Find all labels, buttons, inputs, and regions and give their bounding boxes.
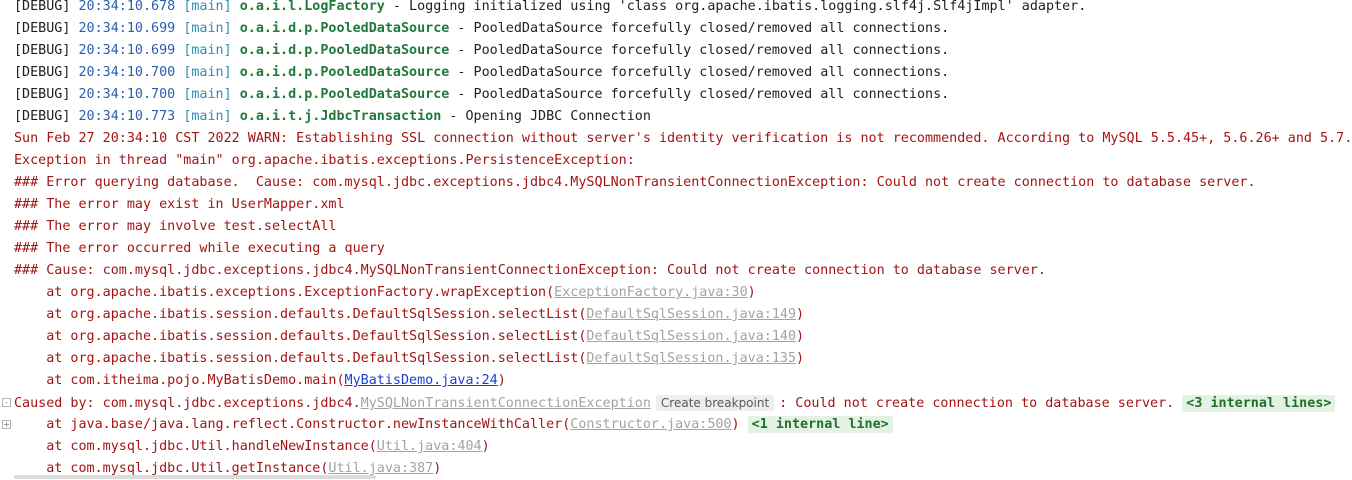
log-thread: [main] [183, 21, 232, 36]
stack-frame-line: at org.apache.ibatis.exceptions.Exceptio… [0, 282, 1352, 304]
log-thread: [main] [183, 43, 232, 58]
stack-frame-line: at org.apache.ibatis.session.defaults.De… [0, 348, 1352, 370]
log-logger: o.a.i.d.p.PooledDataSource [239, 21, 450, 36]
stack-frame-text: at org.apache.ibatis.session.defaults.De… [14, 329, 587, 344]
stack-frame-suffix: ) [796, 307, 805, 322]
source-link[interactable]: Constructor.java:500 [570, 417, 731, 432]
log-timestamp: 20:34:10.700 [78, 87, 176, 102]
stack-frame-text: at org.apache.ibatis.session.defaults.De… [14, 307, 587, 322]
error-detail-line: ### The error occurred while executing a… [14, 241, 385, 256]
log-timestamp: 20:34:10.700 [78, 65, 176, 80]
log-level: [DEBUG] [14, 109, 71, 124]
log-timestamp: 20:34:10.699 [78, 43, 176, 58]
log-level: [DEBUG] [14, 21, 71, 36]
horizontal-scrollbar[interactable] [14, 475, 376, 479]
log-message: - PooledDataSource forcefully closed/rem… [449, 43, 950, 58]
error-detail-line: ### Cause: com.mysql.jdbc.exceptions.jdb… [14, 263, 1046, 278]
error-detail-line: ### Error querying database. Cause: com.… [14, 175, 1256, 190]
log-logger: o.a.i.d.p.PooledDataSource [239, 65, 450, 80]
log-message: - Logging initialized using 'class org.a… [384, 0, 1087, 14]
source-link[interactable]: Util.java:404 [377, 439, 482, 454]
stack-frame-text: at org.apache.ibatis.session.defaults.De… [14, 351, 587, 366]
source-link[interactable]: ExceptionFactory.java:30 [554, 285, 747, 300]
source-link[interactable]: DefaultSqlSession.java:135 [586, 351, 796, 366]
stack-frame-suffix: ) [731, 417, 748, 432]
debug-log-line: [DEBUG] 20:34:10.699 [main] o.a.i.d.p.Po… [0, 18, 1352, 40]
stack-frame-line: at org.apache.ibatis.session.defaults.De… [0, 326, 1352, 348]
stack-frame-text: at com.mysql.jdbc.Util.handleNewInstance… [14, 439, 377, 454]
source-link-main[interactable]: MyBatisDemo.java:24 [345, 373, 498, 388]
caused-by-prefix: Caused by: com.mysql.jdbc.exceptions.jdb… [14, 396, 361, 411]
stack-frame-text: at com.mysql.jdbc.Util.getInstance( [14, 461, 329, 476]
log-message: - PooledDataSource forcefully closed/rem… [449, 87, 950, 102]
log-logger: o.a.i.d.p.PooledDataSource [239, 43, 450, 58]
stack-frame-text: at java.base/java.lang.reflect.Construct… [14, 417, 571, 432]
stack-frame-suffix: ) [796, 351, 805, 366]
stack-frame-suffix: ) [481, 439, 490, 454]
fold-toggle-icon[interactable]: + [2, 420, 11, 429]
stack-frame-line: at org.apache.ibatis.session.defaults.De… [0, 304, 1352, 326]
stack-frame-text: at com.itheima.pojo.MyBatisDemo.main( [14, 373, 345, 388]
log-thread: [main] [183, 65, 232, 80]
debug-log-line: [DEBUG] 20:34:10.678 [main] o.a.i.l.LogF… [0, 0, 1352, 18]
log-message: - Opening JDBC Connection [441, 109, 651, 124]
debug-log-line: [DEBUG] 20:34:10.699 [main] o.a.i.d.p.Po… [0, 40, 1352, 62]
log-timestamp: 20:34:10.773 [78, 109, 176, 124]
exception-class-link[interactable]: MySQLNonTransientConnectionException [361, 396, 651, 411]
folded-internal-lines[interactable]: <3 internal lines> [1182, 395, 1336, 412]
source-link[interactable]: Util.java:387 [328, 461, 433, 476]
error-detail-line: ### The error may involve test.selectAll [14, 219, 337, 234]
log-logger: o.a.i.d.p.PooledDataSource [239, 87, 450, 102]
run-console-output[interactable]: [DEBUG] 20:34:10.678 [main] o.a.i.l.LogF… [0, 0, 1352, 479]
stack-frame-line: + at java.base/java.lang.reflect.Constru… [0, 414, 1352, 436]
exception-header-line: Exception in thread "main" org.apache.ib… [14, 153, 635, 168]
log-thread: [main] [183, 0, 232, 14]
log-timestamp: 20:34:10.678 [78, 0, 176, 14]
debug-log-line: [DEBUG] 20:34:10.700 [main] o.a.i.d.p.Po… [0, 84, 1352, 106]
create-breakpoint-button[interactable]: Create breakpoint [655, 395, 775, 411]
fold-toggle-icon[interactable]: - [2, 398, 11, 407]
log-thread: [main] [183, 109, 232, 124]
log-level: [DEBUG] [14, 43, 71, 58]
folded-internal-lines[interactable]: <1 internal line> [747, 416, 893, 433]
stack-frame-line: at com.mysql.jdbc.Util.handleNewInstance… [0, 436, 1352, 458]
log-level: [DEBUG] [14, 65, 71, 80]
log-message: - PooledDataSource forcefully closed/rem… [449, 65, 950, 80]
caused-by-message: : Could not create connection to databas… [779, 396, 1183, 411]
log-logger: o.a.i.t.j.JdbcTransaction [239, 109, 442, 124]
caused-by-line: - Caused by: com.mysql.jdbc.exceptions.jd… [0, 392, 1352, 414]
stack-frame-text: at org.apache.ibatis.exceptions.Exceptio… [14, 285, 555, 300]
debug-log-line: [DEBUG] 20:34:10.773 [main] o.a.i.t.j.Jd… [0, 106, 1352, 128]
log-level: [DEBUG] [14, 87, 71, 102]
error-detail-line: ### The error may exist in UserMapper.xm… [14, 197, 345, 212]
log-thread: [main] [183, 87, 232, 102]
stack-frame-suffix: ) [747, 285, 756, 300]
stack-frame-suffix: ) [433, 461, 442, 476]
stack-frame-suffix: ) [497, 373, 506, 388]
log-timestamp: 20:34:10.699 [78, 21, 176, 36]
stack-frame-line: at com.itheima.pojo.MyBatisDemo.main(MyB… [0, 370, 1352, 392]
warning-line: Sun Feb 27 20:34:10 CST 2022 WARN: Estab… [14, 131, 1352, 146]
stack-frame-suffix: ) [796, 329, 805, 344]
log-message: - PooledDataSource forcefully closed/rem… [449, 21, 950, 36]
source-link[interactable]: DefaultSqlSession.java:149 [586, 307, 796, 322]
log-logger: o.a.i.l.LogFactory [239, 0, 385, 14]
log-level: [DEBUG] [14, 0, 71, 14]
debug-log-line: [DEBUG] 20:34:10.700 [main] o.a.i.d.p.Po… [0, 62, 1352, 84]
source-link[interactable]: DefaultSqlSession.java:140 [586, 329, 796, 344]
